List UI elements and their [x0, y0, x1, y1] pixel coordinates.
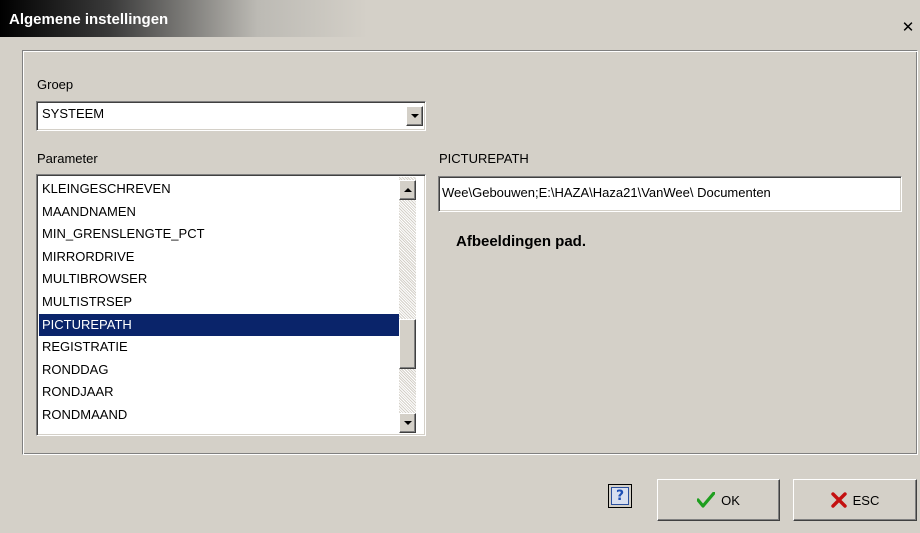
parameter-label: Parameter [37, 151, 98, 166]
parameter-list: KLEINGESCHREVEN MAANDNAMEN MIN_GRENSLENGTE… [39, 178, 399, 427]
help-button[interactable]: ? [608, 484, 632, 508]
groep-dropdown-button[interactable] [406, 106, 423, 126]
list-item[interactable]: REGISTRATIE [39, 336, 399, 359]
groep-label: Groep [37, 77, 74, 92]
list-item[interactable]: PICTUREPATH [39, 313, 399, 337]
scroll-down-button[interactable] [399, 413, 416, 433]
list-item[interactable]: RONDMAAND [39, 404, 399, 427]
window-title: Algemene instellingen [9, 11, 169, 28]
chevron-down-icon [410, 114, 419, 118]
parameter-value-field[interactable]: Wee\Gebouwen;E:\HAZA\Haza21\VanWee\ Docu… [438, 176, 902, 212]
list-item[interactable]: MIN_GRENSLENGTE_PCT [39, 223, 399, 246]
checkmark-icon [697, 492, 716, 508]
list-item[interactable]: RONDDAG [39, 359, 399, 382]
scroll-thumb[interactable] [399, 319, 416, 369]
groep-combobox[interactable]: SYSTEEM [36, 101, 426, 131]
x-mark-icon [830, 492, 847, 508]
parameter-listbox[interactable]: KLEINGESCHREVEN MAANDNAMEN MIN_GRENSLENGTE… [36, 174, 426, 436]
list-item[interactable]: MULTIBROWSER [39, 268, 399, 291]
esc-button[interactable]: ESC [793, 479, 917, 521]
title-bar: Algemene instellingen ✕ [0, 0, 920, 37]
list-item[interactable]: RONDJAAR [39, 381, 399, 404]
groep-value: SYSTEEM [42, 106, 105, 121]
ok-button[interactable]: OK [657, 479, 780, 521]
list-item[interactable]: KLEINGESCHREVEN [39, 178, 399, 201]
close-button[interactable]: ✕ [896, 16, 920, 38]
list-item[interactable]: MIRRORDRIVE [39, 246, 399, 269]
scroll-up-button[interactable] [399, 180, 416, 200]
list-item[interactable]: MULTISTRSEP [39, 291, 399, 314]
list-item[interactable]: MAANDNAMEN [39, 201, 399, 224]
parameter-name-label: PICTUREPATH [439, 151, 529, 166]
chevron-down-icon [403, 421, 412, 425]
parameter-description: Afbeeldingen pad. [456, 233, 587, 250]
help-icon: ? [611, 487, 629, 505]
parameter-scrollbar[interactable] [399, 177, 416, 433]
parameter-value-text: Wee\Gebouwen;E:\HAZA\Haza21\VanWee\ Docu… [442, 185, 771, 200]
ok-button-label: OK [721, 492, 740, 508]
chevron-up-icon [403, 188, 412, 192]
esc-button-label: ESC [852, 492, 880, 508]
